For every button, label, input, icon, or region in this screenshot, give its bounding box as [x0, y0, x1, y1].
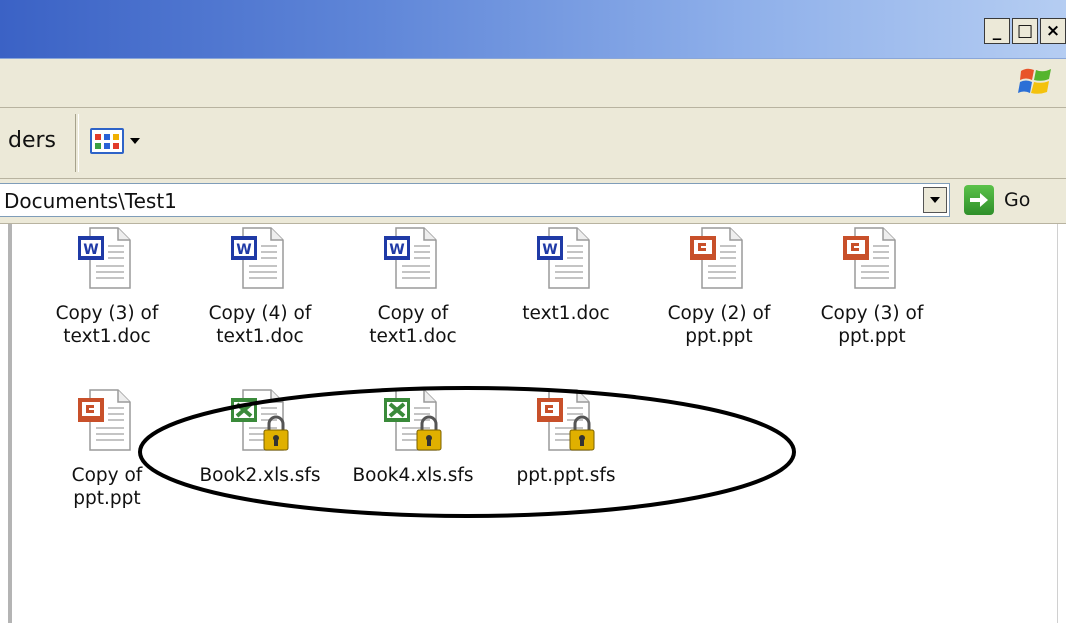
file-label: Copy (2) of ppt.ppt — [667, 303, 771, 347]
file-item[interactable]: Book4.xls.sfs — [338, 386, 488, 487]
word-doc-icon: W — [72, 224, 142, 294]
maximize-button[interactable]: □ — [1012, 18, 1038, 44]
views-button[interactable] — [90, 121, 140, 161]
chevron-down-icon — [930, 197, 940, 203]
file-item[interactable]: W Copy of text1.doc — [338, 224, 488, 348]
menu-bar — [0, 59, 1066, 108]
file-label: text1.doc — [522, 303, 610, 324]
file-label: Book2.xls.sfs — [199, 465, 321, 486]
windows-logo-icon — [1018, 65, 1054, 103]
file-label: Copy (3) of ppt.ppt — [820, 303, 924, 347]
svg-text:W: W — [83, 242, 98, 258]
folders-button[interactable]: ders — [8, 128, 56, 153]
address-dropdown-button[interactable] — [923, 187, 947, 213]
svg-text:W: W — [389, 242, 404, 258]
minimize-button[interactable]: _ — [984, 18, 1010, 44]
go-label: Go — [1004, 189, 1031, 211]
file-label: Copy (4) of text1.doc — [208, 303, 312, 347]
word-doc-icon: W — [225, 224, 295, 294]
file-item[interactable]: W Copy (4) of text1.doc — [185, 224, 335, 348]
file-item[interactable]: W Copy (3) of text1.doc — [32, 224, 182, 348]
excel-doc-icon — [378, 386, 448, 456]
title-bar: _ □ × — [0, 0, 1066, 59]
file-label: Copy of text1.doc — [369, 303, 457, 347]
file-item[interactable]: Copy (2) of ppt.ppt — [644, 224, 794, 348]
file-label: Copy (3) of text1.doc — [55, 303, 159, 347]
ppt-doc-icon — [531, 386, 601, 456]
window-controls: _ □ × — [984, 18, 1066, 44]
toolbar-separator — [75, 114, 79, 172]
close-button[interactable]: × — [1040, 18, 1066, 44]
address-bar: Documents\Test1 Go — [0, 179, 1066, 224]
address-field[interactable]: Documents\Test1 — [0, 183, 950, 217]
toolbar: ders — [0, 108, 1066, 179]
file-item[interactable]: Copy of ppt.ppt — [32, 386, 182, 510]
svg-text:W: W — [542, 242, 557, 258]
ppt-doc-icon — [684, 224, 754, 294]
file-list-pane: W Copy (3) of text1.doc W Copy (4) of te… — [0, 224, 1066, 623]
svg-text:W: W — [236, 242, 251, 258]
file-item[interactable]: W text1.doc — [491, 224, 641, 325]
file-item[interactable]: Book2.xls.sfs — [185, 386, 335, 487]
word-doc-icon: W — [378, 224, 448, 294]
address-path: Documents\Test1 — [4, 189, 177, 213]
folder-pane-edge — [8, 224, 12, 623]
file-label: Copy of ppt.ppt — [71, 465, 143, 509]
arrow-right-icon — [964, 185, 994, 215]
go-button[interactable]: Go — [964, 185, 1030, 215]
word-doc-icon: W — [531, 224, 601, 294]
file-label: Book4.xls.sfs — [352, 465, 474, 486]
views-grid-icon — [90, 128, 124, 154]
scrollbar-edge[interactable] — [1057, 224, 1066, 623]
chevron-down-icon — [130, 138, 140, 144]
excel-doc-icon — [225, 386, 295, 456]
file-label: ppt.ppt.sfs — [516, 465, 616, 486]
ppt-doc-icon — [837, 224, 907, 294]
file-item[interactable]: Copy (3) of ppt.ppt — [797, 224, 947, 348]
ppt-doc-icon — [72, 386, 142, 456]
file-item[interactable]: ppt.ppt.sfs — [491, 386, 641, 487]
